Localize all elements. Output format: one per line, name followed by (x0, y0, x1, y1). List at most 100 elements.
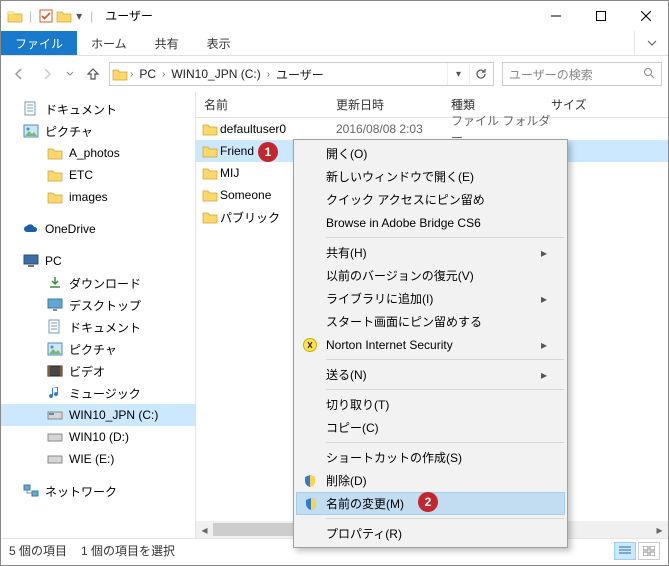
documents-icon (47, 319, 63, 335)
tree-label: ビデオ (69, 363, 105, 380)
tree-item-documents[interactable]: ドキュメント (1, 98, 195, 120)
tree-item-folder[interactable]: A_photos (1, 142, 195, 164)
tree-item-pc[interactable]: PC (1, 250, 195, 272)
ctx-copy[interactable]: コピー(C) (296, 416, 565, 439)
checkbox-icon[interactable] (38, 8, 54, 24)
chevron-right-icon: ▸ (541, 246, 547, 260)
ctx-separator (326, 518, 564, 519)
details-view-button[interactable] (614, 542, 636, 560)
qat-separator: | (86, 9, 97, 23)
address-dropdown-button[interactable]: ▾ (447, 63, 469, 85)
folder-icon (112, 66, 128, 82)
ribbon-expand-button[interactable] (634, 31, 668, 55)
tree-item-onedrive[interactable]: OneDrive (1, 218, 195, 240)
tree-item-music[interactable]: ミュージック (1, 382, 195, 404)
tree-label: ピクチャ (45, 123, 93, 140)
folder-icon (47, 189, 63, 205)
onedrive-icon (23, 221, 39, 237)
tree-item-folder[interactable]: images (1, 186, 195, 208)
pictures-icon (47, 341, 63, 357)
ctx-open[interactable]: 開く(O) (296, 142, 565, 165)
pc-icon (23, 253, 39, 269)
videos-icon (47, 363, 63, 379)
column-date[interactable]: 更新日時 (336, 96, 451, 113)
ctx-separator (326, 359, 564, 360)
ctx-cut[interactable]: 切り取り(T) (296, 393, 565, 416)
tree-item-drive-e[interactable]: WIE (E:) (1, 448, 195, 470)
chevron-right-icon[interactable]: › (265, 69, 272, 80)
minimize-button[interactable] (533, 1, 578, 30)
address-bar[interactable]: › PC › WIN10_JPN (C:) › ユーザー ▾ (109, 62, 494, 86)
tree-label: WIN10 (D:) (69, 430, 129, 444)
breadcrumb-seg[interactable]: ユーザー (272, 63, 328, 85)
folder-small-icon[interactable] (56, 8, 72, 24)
search-placeholder: ユーザーの検索 (509, 66, 593, 83)
ctx-properties[interactable]: プロパティ(R) (296, 522, 565, 545)
norton-icon (302, 337, 318, 353)
tree-item-folder[interactable]: ETC (1, 164, 195, 186)
tree-item-drive-c[interactable]: WIN10_JPN (C:) (1, 404, 195, 426)
folder-icon (7, 8, 23, 24)
network-icon (23, 483, 39, 499)
file-row[interactable]: defaultuser02016/08/08 2:03ファイル フォルダー (196, 118, 668, 140)
refresh-button[interactable] (469, 63, 491, 85)
ctx-pin-start[interactable]: スタート画面にピン留めする (296, 310, 565, 333)
tree-label: ドキュメント (69, 319, 141, 336)
tab-home[interactable]: ホーム (77, 31, 141, 55)
column-headers: 名前 更新日時 種類 サイズ (196, 92, 668, 118)
column-type[interactable]: 種類 (451, 96, 551, 113)
ctx-add-library[interactable]: ライブラリに追加(I)▸ (296, 287, 565, 310)
ctx-open-new-window[interactable]: 新しいウィンドウで開く(E) (296, 165, 565, 188)
folder-icon (202, 210, 220, 224)
ctx-adobe-bridge[interactable]: Browse in Adobe Bridge CS6 (296, 211, 565, 234)
tree-item-pictures[interactable]: ピクチャ (1, 120, 195, 142)
ctx-norton[interactable]: Norton Internet Security▸ (296, 333, 565, 356)
ctx-separator (326, 442, 564, 443)
close-button[interactable] (623, 1, 668, 30)
annotation-marker-1: 1 (258, 142, 278, 162)
chevron-right-icon[interactable]: › (128, 69, 135, 80)
column-size[interactable]: サイズ (551, 96, 668, 113)
column-name[interactable]: 名前 (196, 96, 336, 113)
tree-item-videos[interactable]: ビデオ (1, 360, 195, 382)
tree-label: WIN10_JPN (C:) (69, 408, 158, 422)
scroll-left-button[interactable]: ◂ (196, 521, 213, 538)
tab-share[interactable]: 共有 (141, 31, 193, 55)
maximize-button[interactable] (578, 1, 623, 30)
tree-label: ミュージック (69, 385, 141, 402)
tree-item-documents[interactable]: ドキュメント (1, 316, 195, 338)
ctx-delete[interactable]: 削除(D) (296, 469, 565, 492)
folder-icon (202, 144, 220, 158)
scroll-right-button[interactable]: ▸ (651, 521, 668, 538)
tree-label: A_photos (69, 146, 120, 160)
ctx-share[interactable]: 共有(H)▸ (296, 241, 565, 264)
ctx-create-shortcut[interactable]: ショートカットの作成(S) (296, 446, 565, 469)
breadcrumb-seg[interactable]: WIN10_JPN (C:) (167, 63, 264, 85)
search-icon (643, 67, 655, 82)
ribbon-tabs: ファイル ホーム 共有 表示 (1, 31, 668, 56)
tree-item-downloads[interactable]: ダウンロード (1, 272, 195, 294)
search-input[interactable]: ユーザーの検索 (502, 62, 662, 86)
ctx-send-to[interactable]: 送る(N)▸ (296, 363, 565, 386)
ctx-separator (326, 237, 564, 238)
quick-access-toolbar: | ▾ | (1, 8, 97, 24)
tree-item-pictures[interactable]: ピクチャ (1, 338, 195, 360)
tab-view[interactable]: 表示 (193, 31, 245, 55)
navigation-pane[interactable]: ドキュメント ピクチャ A_photos ETC images OneDrive… (1, 92, 196, 538)
file-tab[interactable]: ファイル (1, 31, 77, 55)
up-button[interactable] (81, 62, 105, 86)
thumbnails-view-button[interactable] (638, 542, 660, 560)
ctx-pin-quick-access[interactable]: クイック アクセスにピン留め (296, 188, 565, 211)
chevron-right-icon[interactable]: › (160, 69, 167, 80)
forward-button[interactable] (35, 62, 59, 86)
back-button[interactable] (7, 62, 31, 86)
recent-button[interactable] (63, 62, 77, 86)
music-icon (47, 385, 63, 401)
tree-item-desktop[interactable]: デスクトップ (1, 294, 195, 316)
ctx-restore-versions[interactable]: 以前のバージョンの復元(V) (296, 264, 565, 287)
file-name: defaultuser0 (220, 122, 336, 136)
tree-item-network[interactable]: ネットワーク (1, 480, 195, 502)
tree-item-drive-d[interactable]: WIN10 (D:) (1, 426, 195, 448)
qat-dropdown-icon[interactable]: ▾ (74, 9, 84, 23)
breadcrumb-seg[interactable]: PC (135, 63, 160, 85)
